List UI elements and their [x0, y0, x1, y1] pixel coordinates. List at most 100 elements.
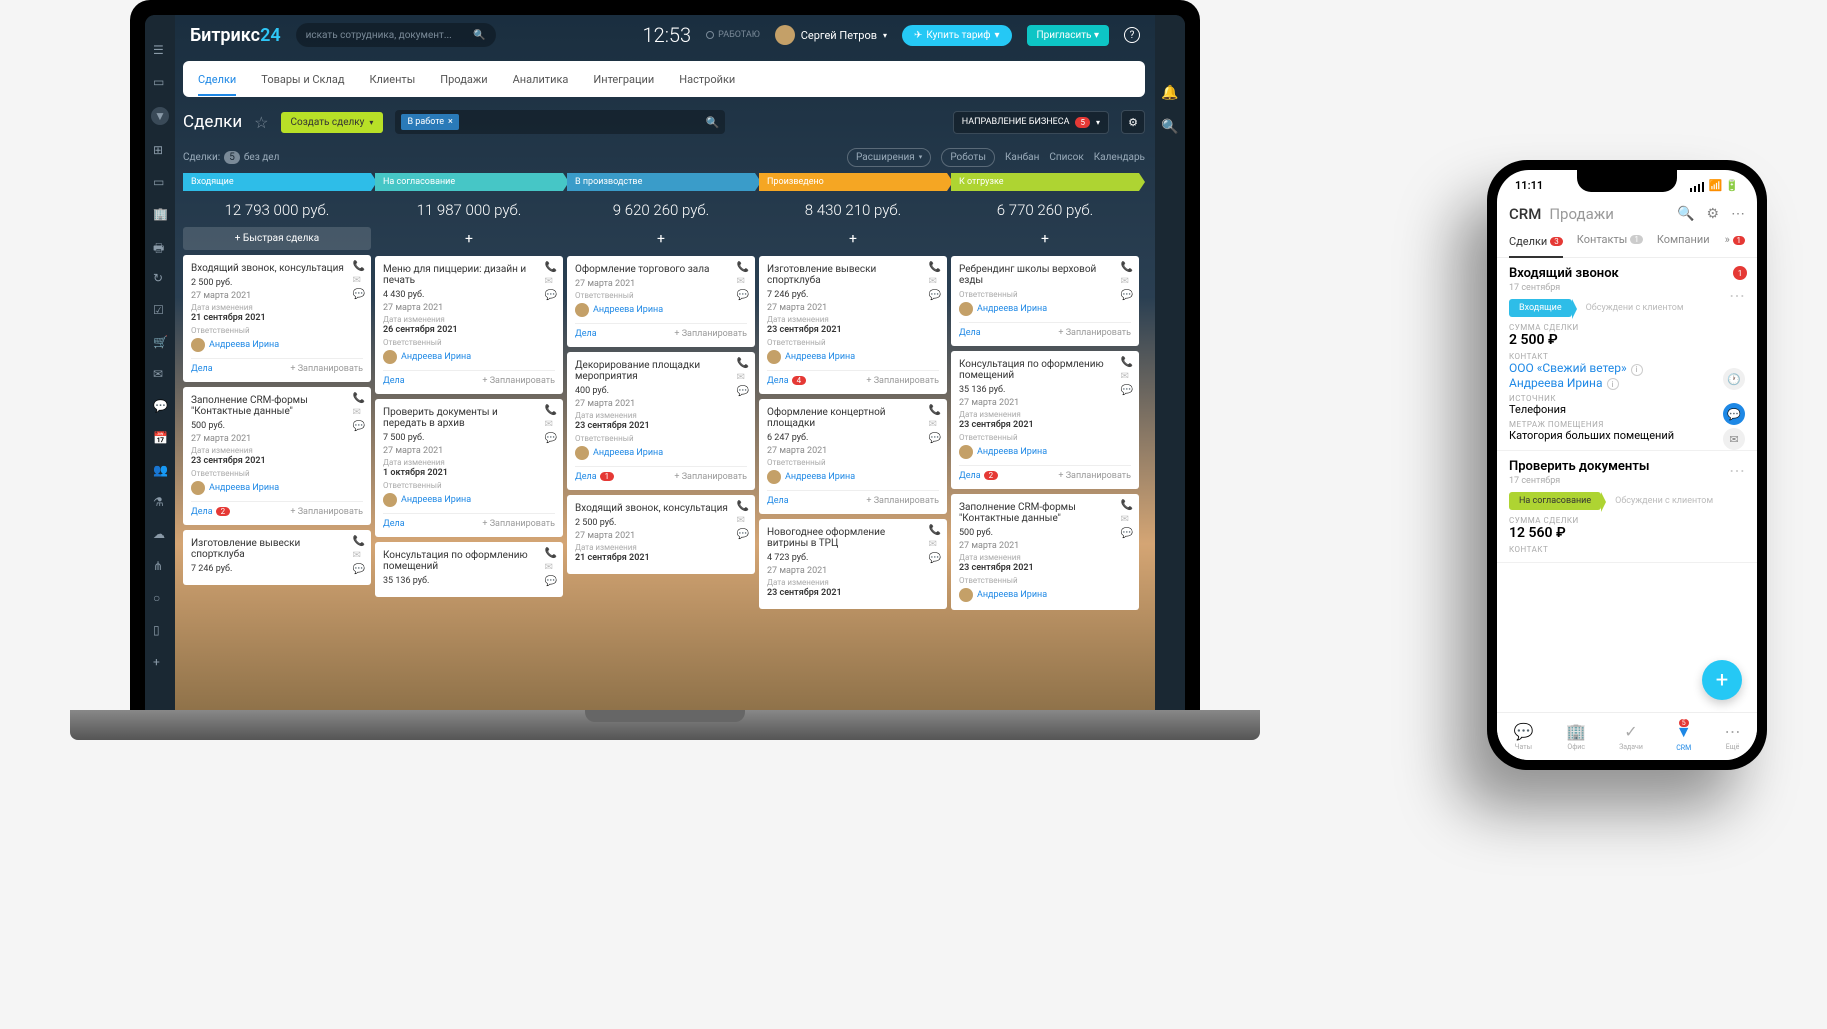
create-deal-button[interactable]: Создать сделку — [281, 112, 384, 133]
responsible-person[interactable]: Андреева Ирина — [383, 493, 555, 507]
view-list[interactable]: Список — [1049, 152, 1083, 163]
deal-card[interactable]: 📞✉💬Оформление торгового зала27 марта 202… — [567, 256, 755, 347]
deal-card[interactable]: 📞✉💬Заполнение CRM-формы "Контактные данн… — [951, 494, 1139, 610]
people-icon[interactable]: 👥 — [153, 463, 167, 477]
chat-icon[interactable]: 💬 — [353, 421, 365, 432]
view-calendar[interactable]: Календарь — [1094, 152, 1145, 163]
deal-card[interactable]: 📞✉💬Консультация по оформлению помещений3… — [951, 351, 1139, 489]
extensions-button[interactable]: Расширения▾ — [847, 148, 931, 167]
tasks-link[interactable]: Дела2 — [959, 471, 998, 481]
column-header[interactable]: На согласование — [375, 173, 563, 191]
chat-icon[interactable]: 💬 — [545, 433, 557, 444]
chat-icon[interactable]: 💬 — [1121, 385, 1133, 396]
quick-deal-button[interactable]: + Быстрая сделка — [183, 227, 371, 250]
global-search[interactable]: искать сотрудника, документ...🔍 — [296, 23, 496, 47]
phone-icon[interactable]: 📞 — [353, 393, 365, 404]
mail-icon[interactable]: ✉ — [929, 419, 941, 430]
phone-search-icon[interactable]: 🔍 — [1677, 206, 1694, 222]
plus-icon[interactable]: + — [153, 655, 167, 669]
phone-icon[interactable]: 📞 — [737, 501, 749, 512]
refresh-icon[interactable]: ↻ — [153, 271, 167, 285]
phone-filter-icon[interactable]: ⚙ — [1706, 206, 1719, 222]
deal-card[interactable]: 📞✉💬Изготовление вывески спортклуба7 246 … — [183, 530, 371, 585]
more-icon[interactable]: ⋯ — [1729, 461, 1745, 480]
chat-icon[interactable]: 💬 — [545, 576, 557, 587]
tasks-link[interactable]: Дела — [959, 328, 981, 338]
phone-icon[interactable]: 📞 — [1121, 500, 1133, 511]
phone-icon[interactable]: 📞 — [353, 261, 365, 272]
tree-icon[interactable]: ⋔ — [153, 559, 167, 573]
circle-icon[interactable]: ○ — [153, 591, 167, 605]
column-header[interactable]: Входящие — [183, 173, 371, 191]
chat-icon[interactable]: 💬 — [737, 529, 749, 540]
filter-search[interactable]: В работе 🔍 — [395, 110, 725, 134]
column-header[interactable]: В производстве — [567, 173, 755, 191]
mail-icon[interactable]: ✉ — [545, 419, 557, 430]
chat-icon[interactable]: 💬 — [929, 290, 941, 301]
chat-icon[interactable]: 💬 — [929, 553, 941, 564]
mail-icon[interactable]: ✉ — [153, 367, 167, 381]
tasks-link[interactable]: Дела — [191, 364, 213, 374]
plan-link[interactable]: + Запланировать — [290, 507, 363, 517]
mail-icon[interactable]: ✉ — [737, 276, 749, 287]
phone-icon[interactable]: 📞 — [1121, 357, 1133, 368]
chat-icon[interactable]: 💬 — [545, 290, 557, 301]
search-icon[interactable]: 🔍 — [706, 116, 720, 129]
clock-icon[interactable]: 🕐 — [1723, 368, 1745, 390]
chat-icon[interactable]: 💬 — [737, 290, 749, 301]
window-icon[interactable]: ▭ — [153, 175, 167, 189]
phone-tabs-more[interactable]: » 1 — [1725, 233, 1745, 252]
phone-nav-item[interactable]: ✓Задачи — [1619, 722, 1643, 751]
more-icon[interactable]: ⋯ — [1729, 286, 1745, 305]
phone-deal-card[interactable]: Проверить документы 17 сентября ⋯ На сог… — [1497, 451, 1757, 563]
chat-icon[interactable]: 💬 — [1723, 403, 1745, 425]
cloud-icon[interactable]: ☁ — [153, 527, 167, 541]
phone-icon[interactable]: 📞 — [929, 405, 941, 416]
add-card-button[interactable]: + — [951, 227, 1139, 251]
chat-icon[interactable]: 💬 — [153, 399, 167, 413]
plan-link[interactable]: + Запланировать — [290, 364, 363, 374]
mail-icon[interactable]: ✉ — [545, 562, 557, 573]
phone-tab-deals[interactable]: Сделки3 — [1509, 233, 1563, 258]
add-card-button[interactable]: + — [759, 227, 947, 251]
deal-card[interactable]: 📞✉💬Изготовление вывески спортклуба7 246 … — [759, 256, 947, 394]
mail-icon[interactable]: ✉ — [929, 276, 941, 287]
phone-icon[interactable]: 📞 — [929, 262, 941, 273]
add-card-button[interactable]: + — [567, 227, 755, 251]
phone-icon[interactable]: 📞 — [545, 405, 557, 416]
mail-icon[interactable]: ✉ — [1723, 428, 1745, 450]
deal-card[interactable]: 📞✉💬Проверить документы и передать в архи… — [375, 399, 563, 537]
phone-tab-companies[interactable]: Компании — [1657, 233, 1710, 252]
chat-icon[interactable]: 💬 — [929, 433, 941, 444]
print-icon[interactable]: 🖶 — [153, 239, 167, 253]
nav-tab-deals[interactable]: Сделки — [198, 73, 236, 96]
plan-link[interactable]: + Запланировать — [866, 496, 939, 506]
chat-icon[interactable]: 💬 — [1121, 290, 1133, 301]
nav-tab-integrations[interactable]: Интеграции — [593, 73, 654, 86]
deal-card[interactable]: 📞✉💬Входящий звонок, консультация2 500 ру… — [183, 255, 371, 382]
phone-icon[interactable]: 📞 — [737, 358, 749, 369]
bell-icon[interactable]: 🔔 — [1161, 85, 1178, 101]
column-header[interactable]: К отгрузке — [951, 173, 1139, 191]
company-link[interactable]: ООО «Свежий ветер»i — [1509, 361, 1745, 376]
phone-deal-card[interactable]: 1 Входящий звонок 17 сентября ⋯ Входящие… — [1497, 258, 1757, 451]
deal-card[interactable]: 📞✉💬Ребрендинг школы верховой ездыОтветст… — [951, 256, 1139, 346]
plan-link[interactable]: + Запланировать — [482, 519, 555, 529]
flask-icon[interactable]: ⚗ — [153, 495, 167, 509]
responsible-person[interactable]: Андреева Ирина — [575, 446, 747, 460]
phone-tab-contacts[interactable]: Контакты1 — [1577, 233, 1643, 252]
phone-more-icon[interactable]: ⋯ — [1731, 206, 1745, 222]
phone-nav-item[interactable]: 💬Чаты — [1513, 722, 1533, 751]
deal-card[interactable]: 📞✉💬Входящий звонок, консультация2 500 ру… — [567, 495, 755, 574]
responsible-person[interactable]: Андреева Ирина — [575, 303, 747, 317]
invite-button[interactable]: Пригласить ▾ — [1027, 25, 1110, 46]
nav-tab-sales[interactable]: Продажи — [440, 73, 487, 86]
plan-link[interactable]: + Запланировать — [866, 376, 939, 386]
mail-icon[interactable]: ✉ — [1121, 371, 1133, 382]
responsible-person[interactable]: Андреева Ирина — [767, 470, 939, 484]
building-icon[interactable]: 🏢 — [153, 207, 167, 221]
deal-card[interactable]: 📞✉💬Новогоднее оформление витрины в ТРЦ4 … — [759, 519, 947, 609]
mail-icon[interactable]: ✉ — [1121, 514, 1133, 525]
calendar-icon[interactable]: 📅 — [153, 431, 167, 445]
tasks-link[interactable]: Дела1 — [575, 472, 614, 482]
